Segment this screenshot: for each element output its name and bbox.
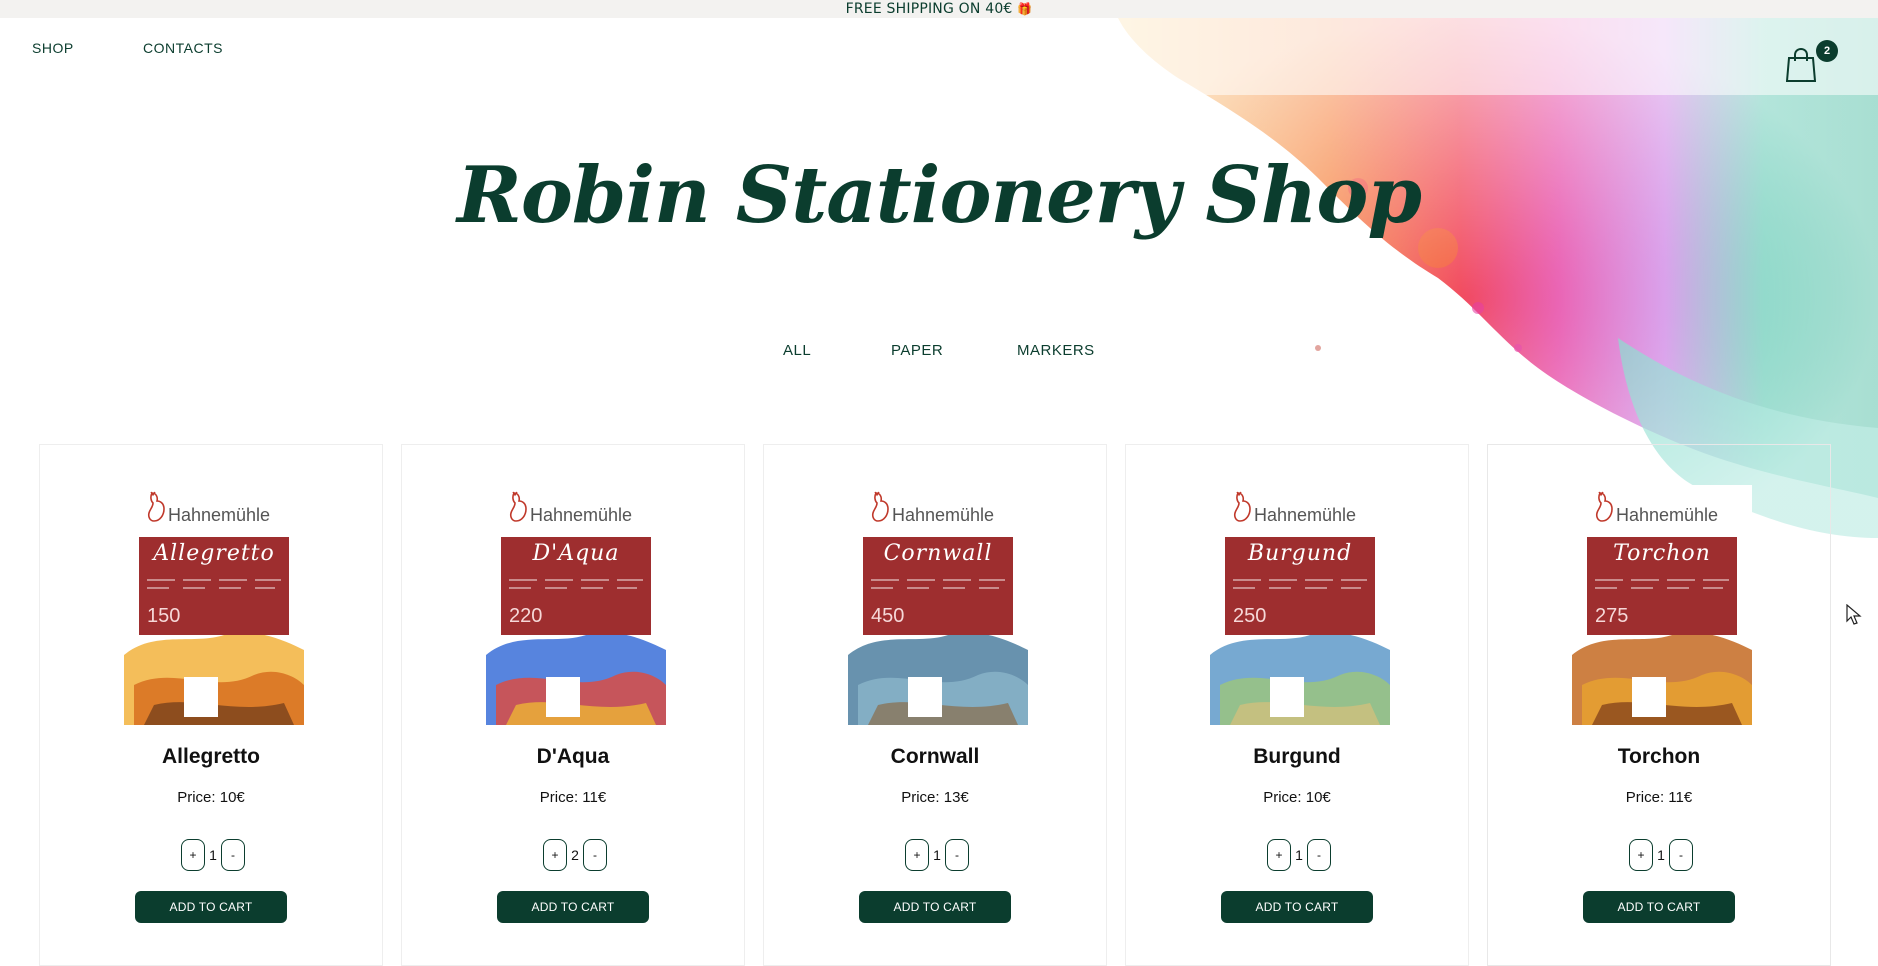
filter-all[interactable]: ALL — [783, 342, 811, 359]
product-name: Burgund — [1253, 745, 1341, 768]
brand-name: Hahnemühle — [1254, 505, 1357, 525]
product-card: Hahnemühle D'Aqua 220 D'Aqua Price: 11€ … — [401, 444, 745, 966]
add-to-cart-button[interactable]: ADD TO CART — [135, 891, 287, 923]
brand-name: Hahnemühle — [530, 505, 633, 525]
product-cover: Burgund 250 — [1210, 535, 1390, 725]
quantity-decrease-button[interactable]: - — [1669, 839, 1693, 871]
add-to-cart-button[interactable]: ADD TO CART — [859, 891, 1011, 923]
cover-sticker — [184, 677, 218, 717]
cover-title: Cornwall — [883, 541, 993, 566]
announcement-bar: FREE SHIPPING ON 40€ 🎁 — [0, 0, 1878, 18]
product-image[interactable]: Hahnemühle D'Aqua 220 — [486, 485, 666, 725]
cover-title: D'Aqua — [532, 541, 620, 566]
cover-weight: 220 — [509, 605, 543, 627]
gift-icon: 🎁 — [1017, 2, 1033, 16]
product-image[interactable]: Hahnemühle Torchon 275 — [1572, 485, 1752, 725]
rooster-logo-icon — [871, 491, 889, 522]
cover-title: Allegretto — [153, 541, 275, 566]
nav-contacts-link[interactable]: CONTACTS — [143, 40, 223, 56]
site-title: Robin Stationery Shop — [457, 150, 1422, 241]
brand-name: Hahnemühle — [1616, 505, 1719, 525]
cover-sticker — [908, 677, 942, 717]
rooster-logo-icon — [147, 491, 165, 522]
quantity-value: 1 — [1657, 847, 1665, 863]
cart-count-badge: 2 — [1816, 40, 1838, 62]
shopping-bag-icon — [1786, 48, 1816, 82]
product-image[interactable]: Hahnemühle Cornwall 450 — [848, 485, 1028, 725]
cover-title: Burgund — [1247, 541, 1353, 566]
cover-title: Torchon — [1613, 541, 1711, 566]
cover-sticker — [1270, 677, 1304, 717]
quantity-stepper: + 1 - — [1488, 839, 1830, 873]
quantity-decrease-button[interactable]: - — [945, 839, 969, 871]
cover-label-band: Burgund 250 — [1225, 537, 1375, 635]
cover-weight: 250 — [1233, 605, 1267, 627]
announcement-text: FREE SHIPPING ON 40€ — [845, 1, 1013, 17]
quantity-stepper: + 2 - — [402, 839, 744, 873]
cart-button[interactable]: 2 — [1786, 38, 1842, 86]
product-card: Hahnemühle Torchon 275 Torchon Price: 11… — [1487, 444, 1831, 966]
product-price: Price: 11€ — [1625, 789, 1693, 806]
quantity-stepper: + 1 - — [764, 839, 1106, 873]
product-cover: D'Aqua 220 — [486, 535, 666, 725]
cover-label-band: D'Aqua 220 — [501, 537, 651, 635]
brand-name: Hahnemühle — [892, 505, 995, 525]
product-card: Hahnemühle Cornwall 450 Cornwall Price: … — [763, 444, 1107, 966]
quantity-decrease-button[interactable]: - — [1307, 839, 1331, 871]
add-to-cart-button[interactable]: ADD TO CART — [1221, 891, 1373, 923]
quantity-increase-button[interactable]: + — [543, 839, 567, 871]
product-price: Price: 11€ — [539, 789, 607, 806]
product-cover: Allegretto 150 — [124, 535, 304, 725]
cover-weight: 450 — [871, 605, 905, 627]
add-to-cart-button[interactable]: ADD TO CART — [497, 891, 649, 923]
filter-markers[interactable]: MARKERS — [1017, 342, 1095, 359]
rooster-logo-icon — [509, 491, 527, 522]
quantity-stepper: + 1 - — [40, 839, 382, 873]
product-name: Cornwall — [890, 745, 980, 768]
product-cover: Cornwall 450 — [848, 535, 1028, 725]
cover-label-band: Torchon 275 — [1587, 537, 1737, 635]
product-image[interactable]: Hahnemühle Burgund 250 — [1210, 485, 1390, 725]
top-navigation: SHOP CONTACTS 2 — [0, 18, 1878, 95]
quantity-value: 1 — [209, 847, 217, 863]
product-card: Hahnemühle Burgund 250 Burgund Price: 10… — [1125, 444, 1469, 966]
product-price: Price: 10€ — [177, 789, 245, 806]
cover-label-band: Cornwall 450 — [863, 537, 1013, 635]
rooster-logo-icon — [1595, 491, 1613, 522]
brand-name: Hahnemühle — [168, 505, 271, 525]
quantity-decrease-button[interactable]: - — [221, 839, 245, 871]
product-name: Allegretto — [161, 745, 260, 768]
quantity-decrease-button[interactable]: - — [583, 839, 607, 871]
product-price: Price: 13€ — [901, 789, 969, 806]
cover-weight: 275 — [1595, 605, 1629, 627]
quantity-increase-button[interactable]: + — [905, 839, 929, 871]
quantity-value: 1 — [933, 847, 941, 863]
cover-sticker — [546, 677, 580, 717]
quantity-value: 2 — [571, 847, 579, 863]
product-image[interactable]: Hahnemühle Allegretto 150 — [124, 485, 304, 725]
cover-sticker — [1632, 677, 1666, 717]
cover-weight: 150 — [147, 605, 181, 627]
product-name: Torchon — [1617, 745, 1701, 768]
product-cover: Torchon 275 — [1572, 535, 1752, 725]
product-price: Price: 10€ — [1263, 789, 1331, 806]
quantity-value: 1 — [1295, 847, 1303, 863]
quantity-stepper: + 1 - — [1126, 839, 1468, 873]
add-to-cart-button[interactable]: ADD TO CART — [1583, 891, 1735, 923]
quantity-increase-button[interactable]: + — [1629, 839, 1653, 871]
filter-paper[interactable]: PAPER — [891, 342, 943, 359]
rooster-logo-icon — [1233, 491, 1251, 522]
nav-shop-link[interactable]: SHOP — [32, 40, 74, 56]
mouse-cursor-icon — [1846, 604, 1862, 625]
product-name: D'Aqua — [536, 745, 610, 768]
quantity-increase-button[interactable]: + — [181, 839, 205, 871]
product-card: Hahnemühle Allegretto 150 Allegretto Pri… — [39, 444, 383, 966]
cover-label-band: Allegretto 150 — [139, 537, 289, 635]
quantity-increase-button[interactable]: + — [1267, 839, 1291, 871]
